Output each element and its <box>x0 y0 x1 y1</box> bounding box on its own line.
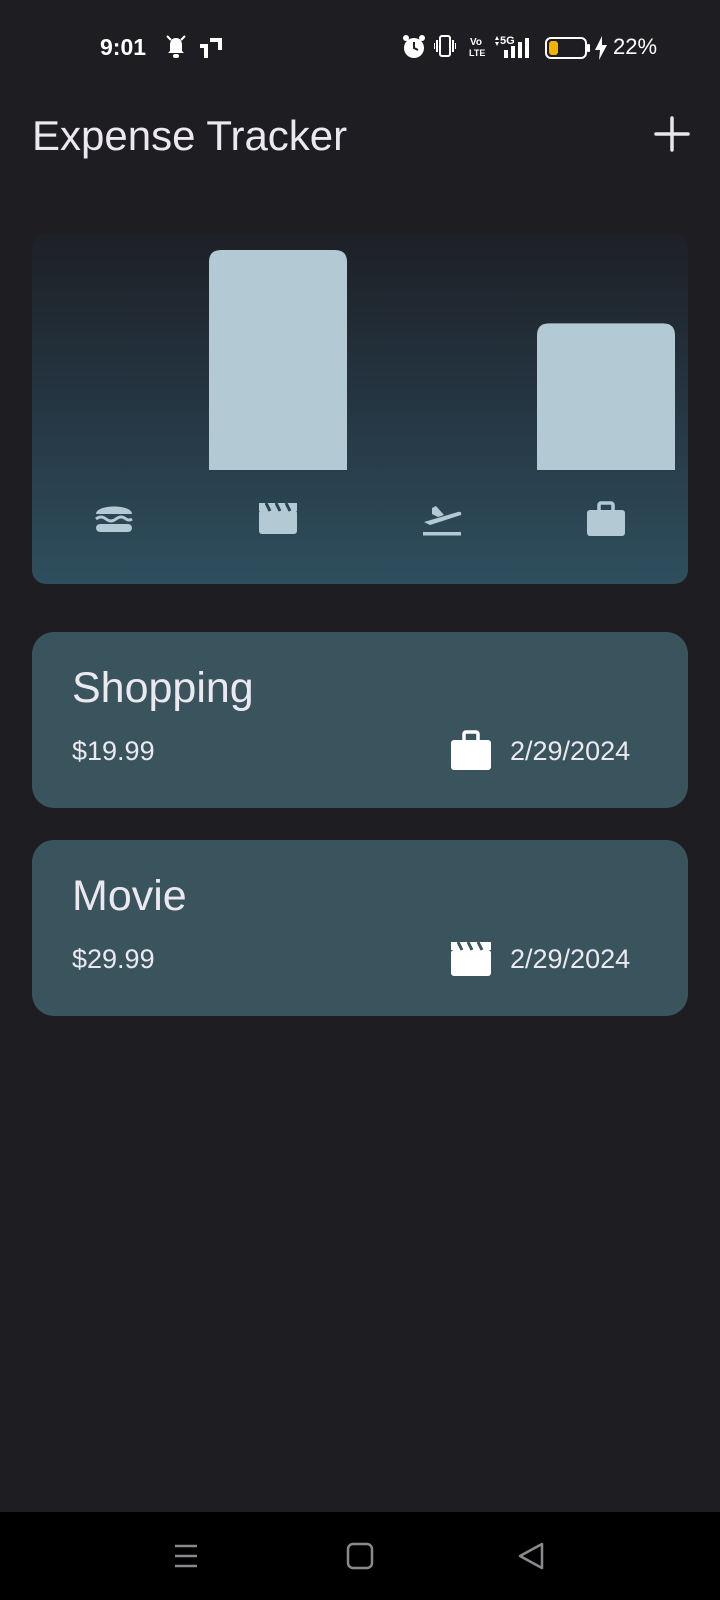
app-notification-icon <box>200 38 222 64</box>
expense-item-movie[interactable]: Movie $29.99 2/29/2024 <box>32 840 688 1016</box>
expense-item-shopping[interactable]: Shopping $19.99 2/29/2024 <box>32 632 688 808</box>
expense-chart <box>32 234 688 584</box>
home-button[interactable] <box>342 1538 378 1574</box>
menu-button[interactable] <box>168 1538 204 1574</box>
signal-icon: 5G <box>494 34 536 66</box>
svg-text:5G: 5G <box>500 35 515 47</box>
status-bar: 9:01 Vo LTE 5G 22% <box>0 0 720 96</box>
expense-title: Movie <box>72 872 187 920</box>
briefcase-icon <box>450 730 492 772</box>
page-title: Expense Tracker <box>32 112 348 159</box>
chart-bar-leisure <box>209 250 347 470</box>
back-button[interactable] <box>514 1538 550 1574</box>
plane-takeoff-icon <box>423 506 462 536</box>
expense-title: Shopping <box>72 664 254 712</box>
home-icon <box>346 1542 374 1570</box>
alarm-icon <box>402 34 426 66</box>
app-bar: Expense Tracker <box>0 96 720 196</box>
expense-amount: $29.99 <box>72 944 155 974</box>
expense-amount: $19.99 <box>72 736 155 766</box>
mute-bell-icon <box>166 34 186 66</box>
burger-icon <box>95 506 133 532</box>
briefcase-icon <box>587 501 625 536</box>
battery-percent: 22% <box>613 34 658 59</box>
system-nav-bar <box>0 1512 720 1600</box>
svg-text:Vo: Vo <box>470 37 482 48</box>
vibrate-icon <box>433 34 457 64</box>
expense-date: 2/29/2024 <box>510 944 631 974</box>
charging-icon <box>594 36 608 66</box>
clapperboard-icon <box>450 938 492 980</box>
add-expense-button[interactable] <box>650 112 694 156</box>
status-time: 9:01 <box>100 34 147 60</box>
back-icon <box>518 1542 544 1570</box>
chart-canvas <box>95 250 675 536</box>
volte-icon: Vo LTE <box>468 36 486 61</box>
chart-bar-work <box>537 323 675 470</box>
battery-icon <box>545 36 591 66</box>
plus-icon <box>654 116 690 152</box>
clapperboard-icon <box>259 502 297 534</box>
svg-text:LTE: LTE <box>469 48 485 58</box>
expense-date: 2/29/2024 <box>510 736 631 766</box>
menu-icon <box>175 1544 197 1568</box>
